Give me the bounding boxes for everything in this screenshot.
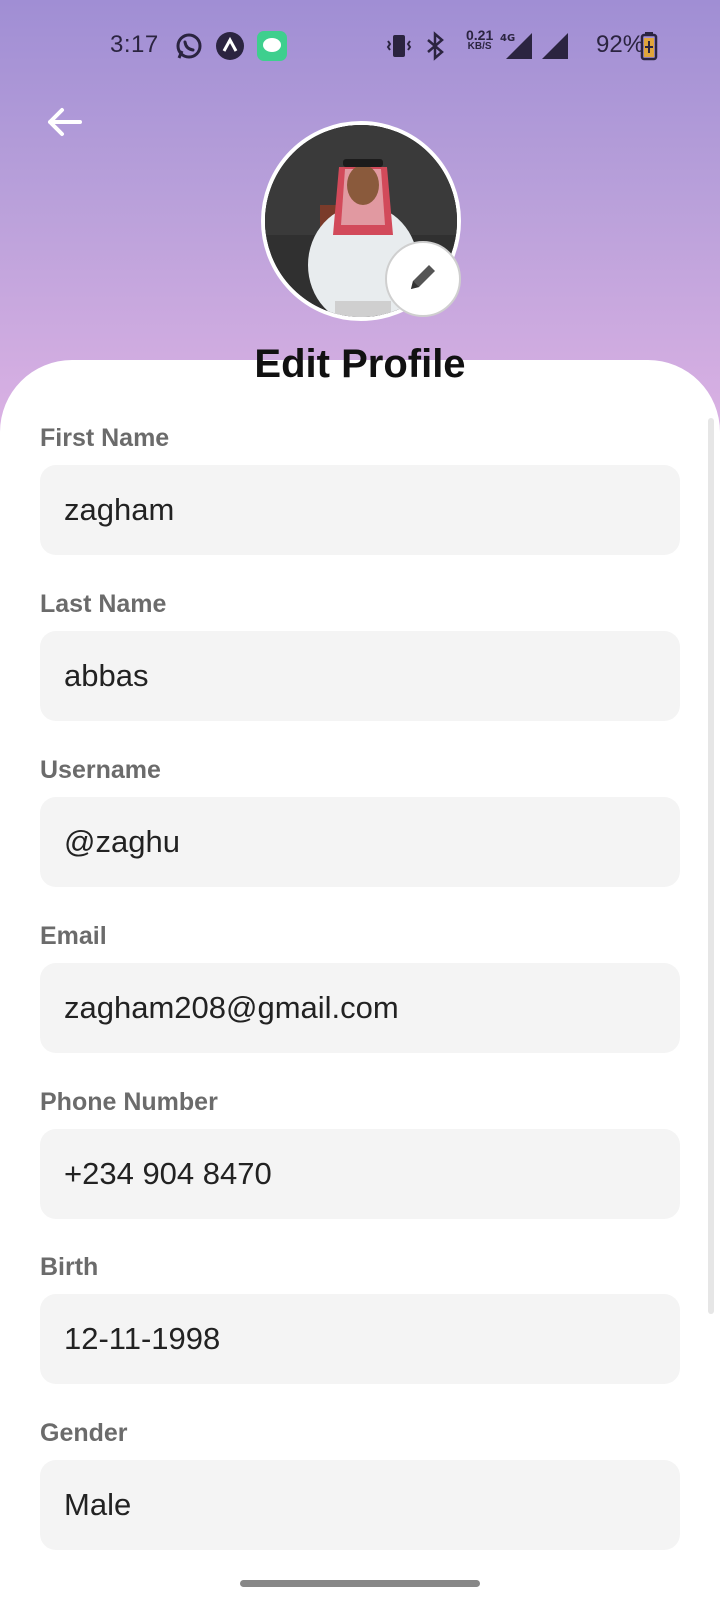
avatar-container — [261, 121, 461, 321]
username-field[interactable]: @zaghu — [40, 797, 680, 887]
signal-icon: 4G — [496, 31, 536, 61]
page-title-container: Edit Profile — [0, 340, 720, 384]
speed-unit: KB/S — [467, 41, 492, 52]
battery-icon — [640, 31, 658, 61]
last-name-label: Last Name — [40, 590, 167, 618]
phone-number-field[interactable]: +234 904 8470 — [40, 1129, 680, 1219]
signal-icon-2 — [540, 31, 570, 61]
status-time: 3:17 — [110, 31, 159, 58]
username-label: Username — [40, 756, 161, 784]
back-button[interactable] — [40, 100, 88, 148]
battery-percent: 92% — [596, 31, 645, 58]
network-speed: 0.21 KB/S — [466, 27, 494, 52]
vibrate-icon — [384, 31, 414, 61]
whatsapp-icon — [174, 31, 204, 61]
back-arrow-icon — [44, 106, 84, 143]
messages-icon — [256, 31, 287, 61]
page-title: Edit Profile — [254, 342, 466, 384]
first-name-label: First Name — [40, 424, 170, 452]
birth-field[interactable]: 12-11-1998 — [40, 1294, 680, 1384]
edit-avatar-button[interactable] — [385, 241, 461, 317]
scrollbar[interactable] — [708, 418, 714, 1314]
home-indicator[interactable] — [240, 1580, 480, 1587]
first-name-field[interactable]: zagham — [40, 465, 680, 555]
email-label: Email — [40, 922, 107, 950]
network-type: 4G — [500, 33, 515, 44]
gender-field[interactable]: Male — [40, 1460, 680, 1550]
status-bar: 3:17 0.21 KB/S 4G 92% — [0, 0, 720, 92]
phone-number-label: Phone Number — [40, 1088, 218, 1116]
bluetooth-icon — [422, 31, 452, 61]
birth-label: Birth — [40, 1253, 99, 1281]
speed-value: 0.21 — [466, 27, 494, 43]
pencil-icon — [405, 259, 441, 300]
email-field[interactable]: zagham208@gmail.com — [40, 963, 680, 1053]
gender-label: Gender — [40, 1419, 128, 1447]
app-icon — [215, 31, 245, 61]
last-name-field[interactable]: abbas — [40, 631, 680, 721]
